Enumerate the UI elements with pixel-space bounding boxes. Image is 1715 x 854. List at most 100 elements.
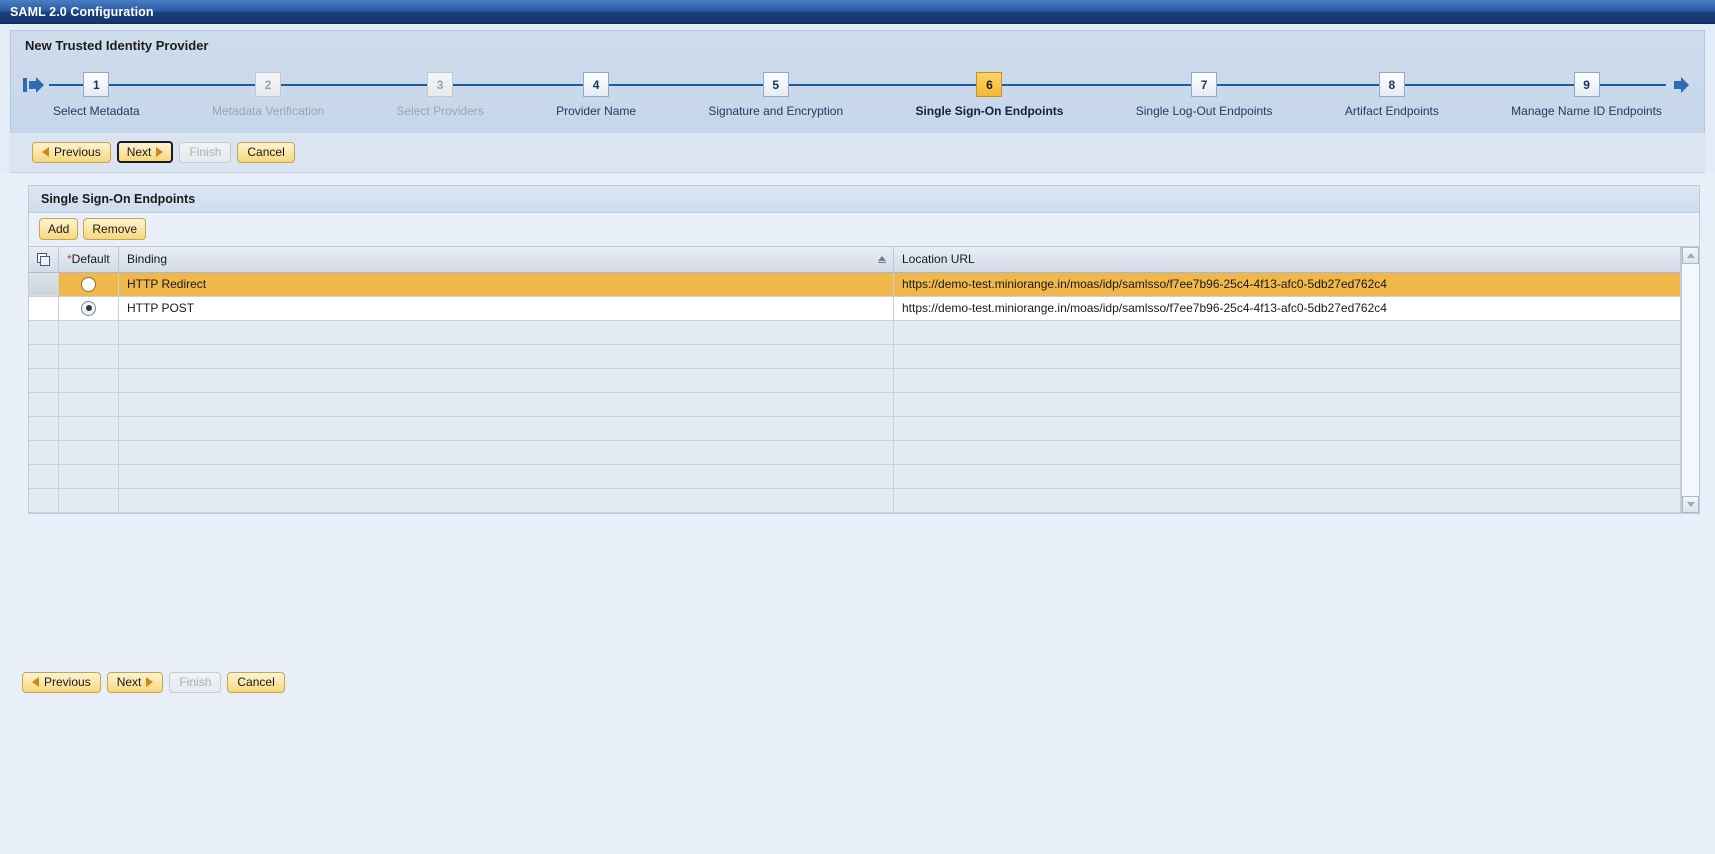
next-arrow-icon [146,677,154,687]
wizard-step-4-label: Provider Name [556,104,637,118]
row-location-url-cell [893,416,1681,441]
row-location-url-cell [893,392,1681,417]
table-container: *Default Binding Location URL HTTP Redir… [29,246,1699,513]
row-selector[interactable] [29,320,59,345]
row-selector[interactable] [29,296,59,321]
wizard-step-3: 3 Select Providers [396,61,484,133]
row-selector[interactable] [29,344,59,369]
row-binding-cell [118,416,894,441]
previous-button-top[interactable]: Previous [32,141,111,163]
row-location-url-cell [893,488,1681,513]
scroll-up-button[interactable] [1682,247,1699,264]
row-binding-cell [118,440,894,465]
column-header-location-url-label: Location URL [902,252,975,267]
cancel-button-bottom[interactable]: Cancel [227,671,285,693]
table-toolbar: Add Remove [29,213,1699,246]
finish-button-label: Finish [189,145,222,159]
wizard-step-8[interactable]: 8 Artifact Endpoints [1345,61,1439,133]
cancel-button-top[interactable]: Cancel [237,141,295,163]
page-title: New Trusted Identity Provider [25,38,209,53]
previous-button-bottom[interactable]: Previous [22,671,101,693]
wizard-roadmap: 1 Select Metadata 2 Metadata Verificatio… [11,61,1704,133]
row-selector[interactable] [29,392,59,417]
wizard-step-5-label: Signature and Encryption [708,104,844,118]
previous-arrow-icon [42,147,49,157]
table-row-empty[interactable] [29,320,1681,345]
default-radio[interactable] [81,276,96,292]
table-row-empty[interactable] [29,488,1681,513]
next-button-bottom[interactable]: Next [106,671,164,693]
row-selector[interactable] [29,464,59,489]
add-button[interactable]: Add [39,218,79,240]
table-row-empty[interactable] [29,464,1681,489]
next-button-top[interactable]: Next [116,141,174,163]
table-row-empty[interactable] [29,368,1681,393]
wizard-toolbar-bottom: Previous Next Finish Cancel [0,663,1715,702]
wizard-steps: 1 Select Metadata 2 Metadata Verificatio… [25,61,1690,133]
row-default-cell [58,344,119,369]
row-default-cell [58,392,119,417]
scroll-down-arrow-icon [1686,501,1695,507]
table-row-empty[interactable] [29,344,1681,369]
next-button-label: Next [126,145,152,159]
row-default-cell[interactable] [58,296,119,321]
table-row-empty[interactable] [29,416,1681,441]
cancel-button-label: Cancel [237,675,275,689]
row-default-cell [58,488,119,513]
row-selector[interactable] [29,368,59,393]
wizard-step-9[interactable]: 9 Manage Name ID Endpoints [1511,61,1662,133]
remove-button-label: Remove [92,222,138,236]
finish-button-bottom: Finish [169,671,222,693]
table-row[interactable]: HTTP Redirect https://demo-test.minioran… [29,272,1681,297]
row-selector[interactable] [29,416,59,441]
row-default-cell[interactable] [58,272,119,297]
row-binding-cell [118,488,894,513]
wizard-step-4[interactable]: 4 Provider Name [556,61,636,133]
wizard-step-7[interactable]: 7 Single Log-Out Endpoints [1136,61,1273,133]
wizard-step-6-number: 6 [976,72,1003,97]
column-header-default[interactable]: *Default [58,247,119,273]
row-default-cell [58,320,119,345]
previous-arrow-icon [32,677,39,687]
column-header-binding[interactable]: Binding [118,247,894,273]
row-location-url-cell [893,464,1681,489]
finish-button-label: Finish [179,675,212,689]
row-selector[interactable] [29,488,59,513]
wizard-step-1-label: Select Metadata [53,104,140,118]
table-row-empty[interactable] [29,392,1681,417]
wizard-step-9-number: 9 [1573,72,1600,97]
row-default-cell [58,464,119,489]
wizard-step-9-label: Manage Name ID Endpoints [1511,104,1662,118]
row-default-cell [58,440,119,465]
table-row-empty[interactable] [29,440,1681,465]
window-title: SAML 2.0 Configuration [10,4,154,19]
wizard-step-5[interactable]: 5 Signature and Encryption [708,61,843,133]
wizard-step-8-label: Artifact Endpoints [1344,104,1439,118]
row-selector[interactable] [29,440,59,465]
column-header-location-url[interactable]: Location URL [893,247,1681,273]
window-title-bar: SAML 2.0 Configuration [0,0,1715,24]
row-binding-cell: HTTP Redirect [118,272,894,297]
previous-button-label: Previous [54,145,101,159]
wizard-step-7-label: Single Log-Out Endpoints [1135,104,1273,118]
select-all-columns-icon [37,253,50,267]
wizard-step-1[interactable]: 1 Select Metadata [53,61,140,133]
row-selector[interactable] [29,272,59,297]
row-location-url-cell [893,320,1681,345]
select-all-header[interactable] [29,247,59,273]
column-header-binding-label: Binding [127,252,168,267]
endpoints-table: *Default Binding Location URL HTTP Redir… [29,247,1681,513]
row-location-url-cell [893,440,1681,465]
wizard-step-6[interactable]: 6 Single Sign-On Endpoints [915,61,1063,133]
remove-button[interactable]: Remove [83,218,147,240]
scroll-down-button[interactable] [1682,495,1699,513]
row-binding-cell [118,464,894,489]
table-row[interactable]: HTTP POST https://demo-test.miniorange.i… [29,296,1681,321]
next-button-label: Next [116,675,142,689]
single-sign-on-endpoints-panel: Single Sign-On Endpoints Add Remove *Def… [28,185,1700,514]
default-radio[interactable] [81,300,96,316]
row-default-cell [58,368,119,393]
previous-button-label: Previous [44,675,91,689]
table-vertical-scrollbar[interactable] [1681,247,1699,513]
